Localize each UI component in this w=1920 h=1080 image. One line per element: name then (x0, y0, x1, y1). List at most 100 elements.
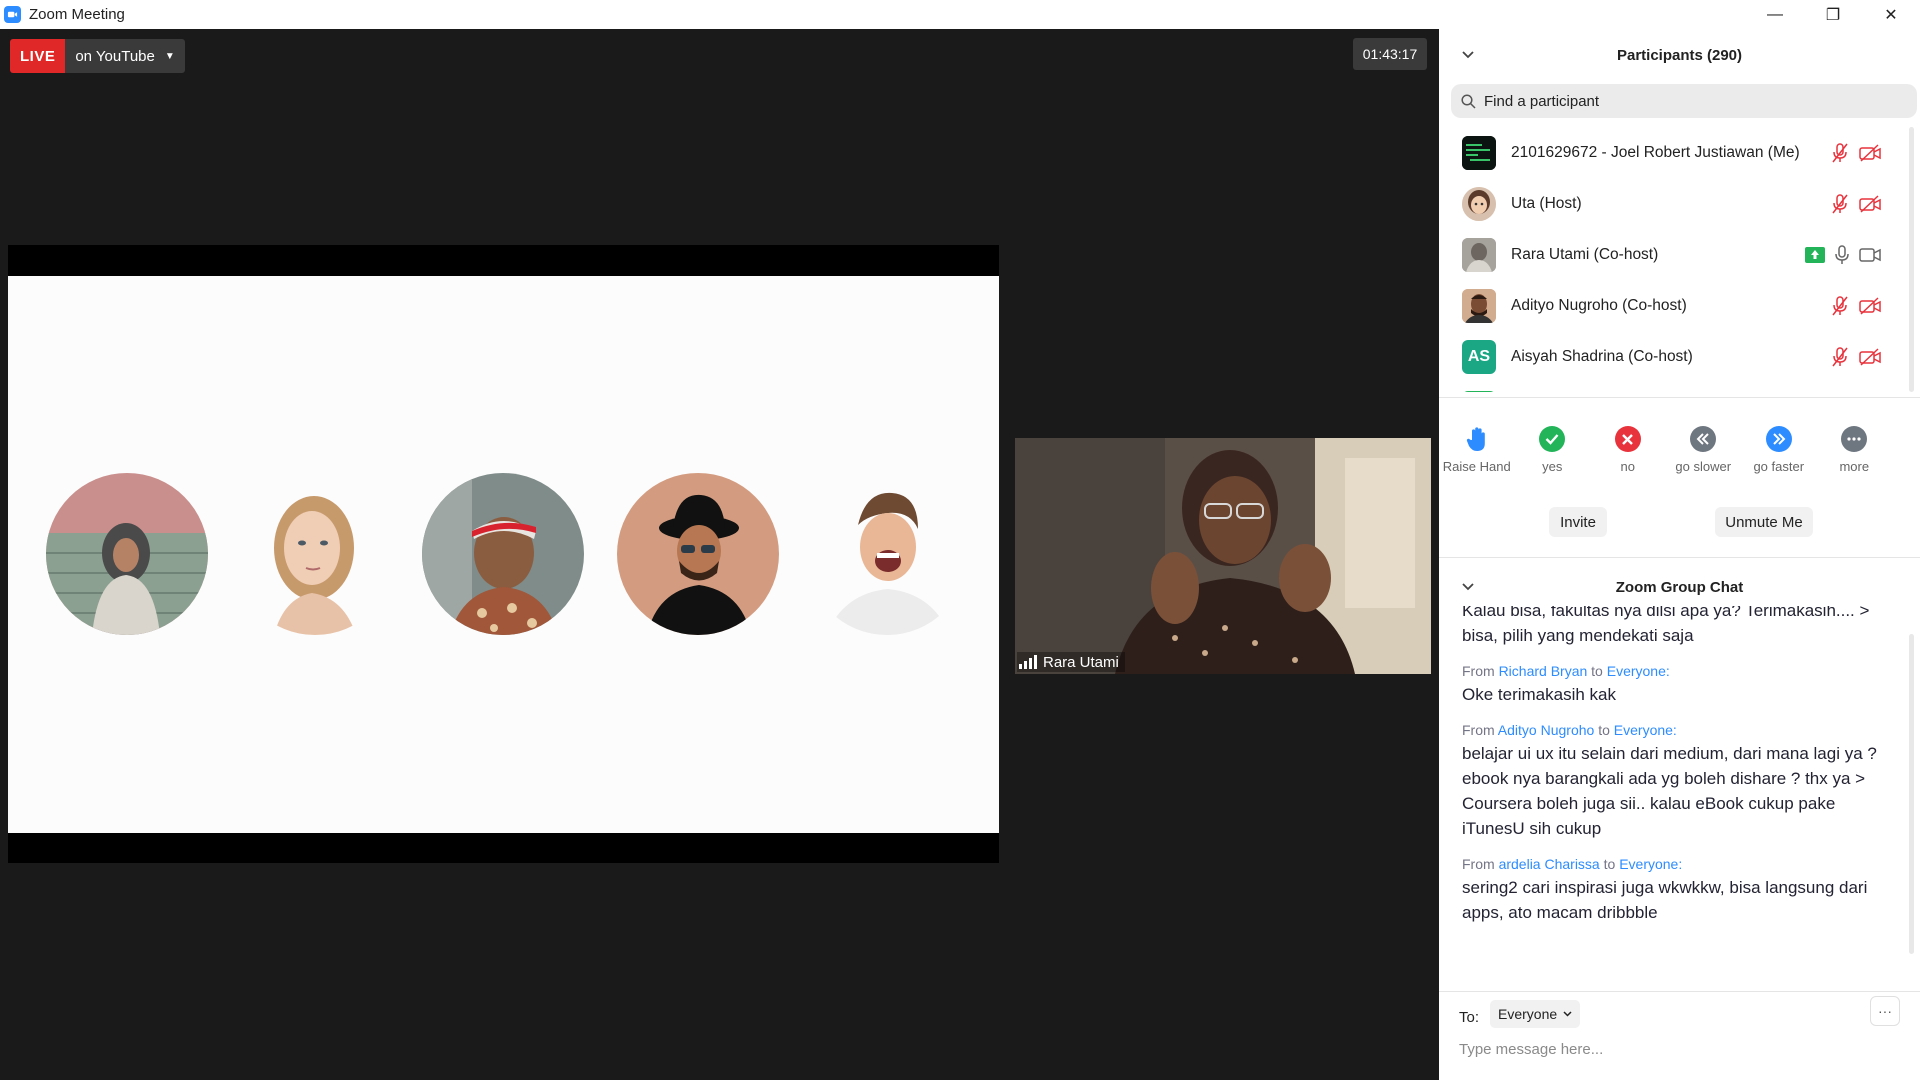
chat-message: From Adityo Nugroho to Everyone: belajar… (1462, 722, 1882, 841)
mic-muted-icon[interactable] (1831, 295, 1849, 316)
minimize-button[interactable]: — (1746, 0, 1804, 29)
participant-row[interactable]: Adityo Nugroho (Co-host) (1439, 280, 1909, 331)
chat-header: Zoom Group Chat (1439, 567, 1920, 607)
to-label: To: (1459, 1009, 1480, 1026)
reaction-label: yes (1542, 459, 1563, 474)
avatar: AS (1462, 339, 1496, 374)
reaction-no[interactable]: no (1590, 426, 1666, 474)
chat-messages: Kalau bisa, fakultas nya dilsi apa ya? T… (1462, 606, 1882, 962)
reaction-go-slower[interactable]: go slower (1666, 426, 1742, 474)
search-placeholder: Find a participant (1484, 92, 1600, 110)
close-button[interactable]: ✕ (1862, 0, 1920, 29)
collapse-participants-chevron-icon[interactable] (1462, 46, 1474, 64)
unmute-me-button[interactable]: Unmute Me (1715, 507, 1813, 537)
reaction-label: more (1839, 459, 1870, 474)
zoom-app-icon (4, 6, 21, 23)
video-off-icon[interactable] (1859, 296, 1881, 315)
avatar (1462, 135, 1496, 170)
recipient-link[interactable]: Everyone: (1607, 663, 1670, 679)
restore-button[interactable]: ❐ (1804, 0, 1862, 29)
participant-row[interactable]: Rara Utami (Co-host) (1439, 229, 1909, 280)
invite-button[interactable]: Invite (1549, 507, 1607, 537)
scrollbar-thumb[interactable] (1909, 127, 1914, 392)
reaction-label: go faster (1753, 459, 1805, 474)
chat-title: Zoom Group Chat (1615, 578, 1744, 596)
sender-link[interactable]: Adityo Nugroho (1498, 722, 1595, 738)
persona-photo-2 (234, 473, 396, 635)
more-icon (1841, 426, 1868, 452)
recipient-link[interactable]: Everyone: (1614, 722, 1677, 738)
reaction-label: go slower (1675, 459, 1732, 474)
chat-message-meta: From ardelia Charissa to Everyone: (1462, 856, 1882, 872)
chat-message-text: belajar ui ux itu selain dari medium, da… (1462, 744, 1877, 838)
participant-row[interactable]: 2101629672 - Joel Robert Justiawan (Me) (1439, 127, 1909, 178)
participant-row[interactable] (1439, 382, 1909, 392)
participant-list: 2101629672 - Joel Robert Justiawan (Me) … (1439, 127, 1909, 392)
speaker-video[interactable]: Rara Utami (1015, 438, 1431, 674)
search-icon (1461, 93, 1476, 109)
recipient-link[interactable]: Everyone: (1619, 856, 1682, 872)
side-panel: Participants (290) Find a participant 21… (1439, 29, 1920, 1080)
mic-muted-icon[interactable] (1831, 193, 1849, 214)
video-off-icon[interactable] (1859, 194, 1881, 213)
nonverbal-reactions: Raise Hand yes no go slower go faster mo… (1439, 426, 1920, 474)
reaction-raise-hand[interactable]: Raise Hand (1439, 426, 1515, 474)
participants-header: Participants (290) (1439, 29, 1920, 81)
collapse-chat-chevron-icon[interactable] (1462, 578, 1474, 596)
participant-search[interactable]: Find a participant (1451, 84, 1917, 118)
live-target-dropdown[interactable]: on YouTube ▼ (65, 39, 185, 73)
live-badge: LIVE (10, 39, 66, 73)
participant-name: 2101629672 - Joel Robert Justiawan (Me) (1511, 143, 1800, 161)
from-word: From (1462, 722, 1495, 738)
participant-name: Uta (Host) (1511, 194, 1582, 212)
video-off-icon[interactable] (1859, 143, 1881, 162)
participant-row[interactable]: Uta (Host) (1439, 178, 1909, 229)
signal-strength-icon (1019, 655, 1037, 669)
chat-scrollbar[interactable] (1908, 606, 1916, 961)
reaction-go-faster[interactable]: go faster (1741, 426, 1817, 474)
rewind-icon (1690, 426, 1717, 452)
divider (1439, 397, 1920, 398)
speaker-name-tag: Rara Utami (1017, 652, 1125, 672)
mic-icon[interactable] (1835, 244, 1849, 265)
recipient-dropdown[interactable]: Everyone (1490, 1000, 1581, 1028)
meeting-stage: LIVE on YouTube ▼ 01:43:17 Rara Utami (0, 29, 1438, 1080)
mic-muted-icon[interactable] (1831, 346, 1849, 367)
avatar (1462, 186, 1496, 221)
persona-photo-1 (46, 473, 208, 635)
raise-hand-icon (1464, 426, 1490, 452)
participant-name: Aisyah Shadrina (Co-host) (1511, 347, 1693, 365)
reaction-more[interactable]: more (1817, 426, 1893, 474)
chat-message: From Richard Bryan to Everyone: Oke teri… (1462, 663, 1882, 707)
reaction-yes[interactable]: yes (1515, 426, 1591, 474)
shared-screen (8, 245, 999, 863)
avatar (1462, 390, 1496, 392)
message-input[interactable] (1459, 1041, 1899, 1058)
to-word: to (1598, 722, 1610, 738)
sender-link[interactable]: ardelia Charissa (1499, 856, 1600, 872)
participant-list-scrollbar[interactable] (1908, 127, 1916, 392)
sender-link[interactable]: Richard Bryan (1499, 663, 1588, 679)
participant-row[interactable]: AS Aisyah Shadrina (Co-host) (1439, 331, 1909, 382)
chat-more-button[interactable]: ··· (1870, 996, 1900, 1026)
share-screen-icon (1805, 246, 1825, 263)
chat-message-text: sering2 cari inspirasi juga wkwkkw, bisa… (1462, 878, 1868, 922)
to-word: to (1591, 663, 1603, 679)
from-word: From (1462, 663, 1495, 679)
meeting-timer: 01:43:17 (1353, 38, 1427, 70)
persona-photo-5 (806, 473, 968, 635)
speaker-name: Rara Utami (1043, 653, 1119, 671)
reaction-label: Raise Hand (1442, 459, 1511, 474)
chat-message-text: Kalau bisa, fakultas nya dilsi apa ya? T… (1462, 606, 1870, 645)
scrollbar-thumb[interactable] (1909, 634, 1914, 954)
divider (1439, 991, 1920, 992)
video-icon[interactable] (1859, 247, 1881, 263)
participants-title: Participants (290) (1616, 46, 1743, 64)
mic-muted-icon[interactable] (1831, 142, 1849, 163)
video-off-icon[interactable] (1859, 347, 1881, 366)
caret-down-icon: ▼ (164, 50, 175, 62)
shared-slide (8, 276, 999, 833)
live-stream-control[interactable]: LIVE on YouTube ▼ (10, 39, 185, 73)
participant-name: Adityo Nugroho (Co-host) (1511, 296, 1687, 314)
persona-photo-3 (422, 473, 584, 635)
